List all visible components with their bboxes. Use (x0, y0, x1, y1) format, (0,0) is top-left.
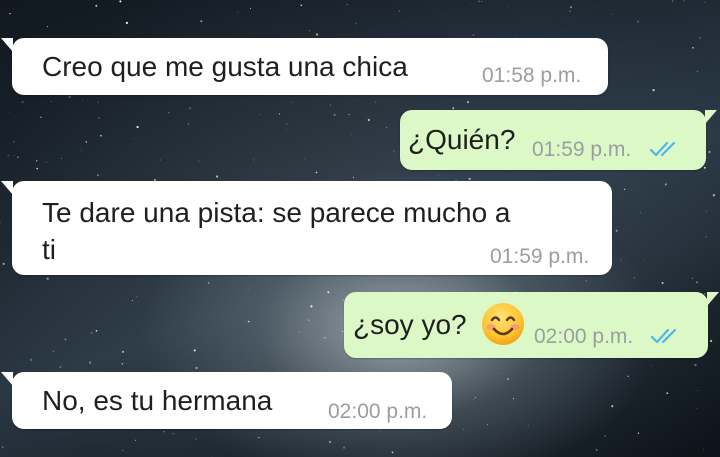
smiling-face-emoji (482, 303, 524, 345)
message-timestamp: 01:59 p.m. (490, 245, 590, 268)
message-bubble-incoming[interactable]: No, es tu hermana 02:00 p.m. (1, 372, 452, 429)
bubble-tail (705, 110, 717, 124)
bubble-tail (1, 181, 13, 195)
double-check-icon (650, 328, 677, 344)
double-check-icon (649, 141, 676, 157)
message-text-line: Te dare una pista: se parece mucho a (42, 197, 511, 228)
message-bubble-outgoing[interactable]: ¿Quién? 01:59 p.m. (400, 110, 717, 170)
message-text: Creo que me gusta una chica (42, 51, 408, 82)
bubble-tail (1, 38, 13, 52)
message-timestamp: 01:59 p.m. (532, 138, 632, 161)
message-bubble-outgoing[interactable]: ¿soy yo? 02:00 p.m. (344, 292, 719, 358)
message-bubble-incoming[interactable]: Creo que me gusta una chica 01:58 p.m. (1, 38, 608, 95)
message-timestamp: 02:00 p.m. (534, 325, 634, 348)
bubble-tail (707, 292, 719, 306)
message-text-line: ti (42, 234, 56, 265)
message-text: ¿soy yo? (353, 309, 467, 340)
message-text: No, es tu hermana (42, 385, 273, 416)
bubble-tail (1, 372, 13, 386)
message-timestamp: 02:00 p.m. (328, 400, 428, 423)
message-timestamp: 01:58 p.m. (482, 64, 582, 87)
message-bubble-incoming[interactable]: Te dare una pista: se parece mucho a ti … (1, 181, 612, 275)
message-text: ¿Quién? (408, 124, 516, 155)
